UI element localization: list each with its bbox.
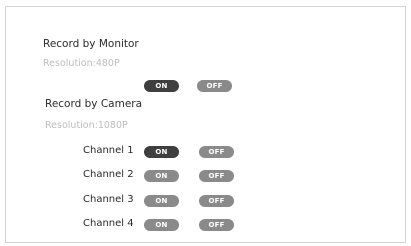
monitor-off-button[interactable]: OFF	[197, 80, 232, 92]
record-by-camera-title: Record by Camera	[45, 98, 143, 110]
channel-2-on-button[interactable]: ON	[144, 170, 179, 182]
channel-2-off-button[interactable]: OFF	[199, 170, 234, 182]
channel-3-on-button[interactable]: ON	[144, 195, 179, 207]
channel-3-label: Channel 3	[83, 194, 134, 205]
channel-1-on-button[interactable]: ON	[144, 146, 179, 158]
channel-4-on-button[interactable]: ON	[144, 219, 179, 231]
monitor-resolution: Resolution:480P	[43, 58, 120, 69]
channel-1-label: Channel 1	[83, 145, 134, 156]
channel-4-off-button[interactable]: OFF	[199, 219, 234, 231]
camera-resolution: Resolution:1080P	[45, 120, 128, 131]
record-by-monitor-title: Record by Monitor	[43, 38, 139, 50]
channel-1-off-button[interactable]: OFF	[199, 146, 234, 158]
channel-2-label: Channel 2	[83, 169, 134, 180]
channel-4-label: Channel 4	[83, 218, 134, 229]
monitor-on-button[interactable]: ON	[144, 80, 179, 92]
channel-3-off-button[interactable]: OFF	[199, 195, 234, 207]
